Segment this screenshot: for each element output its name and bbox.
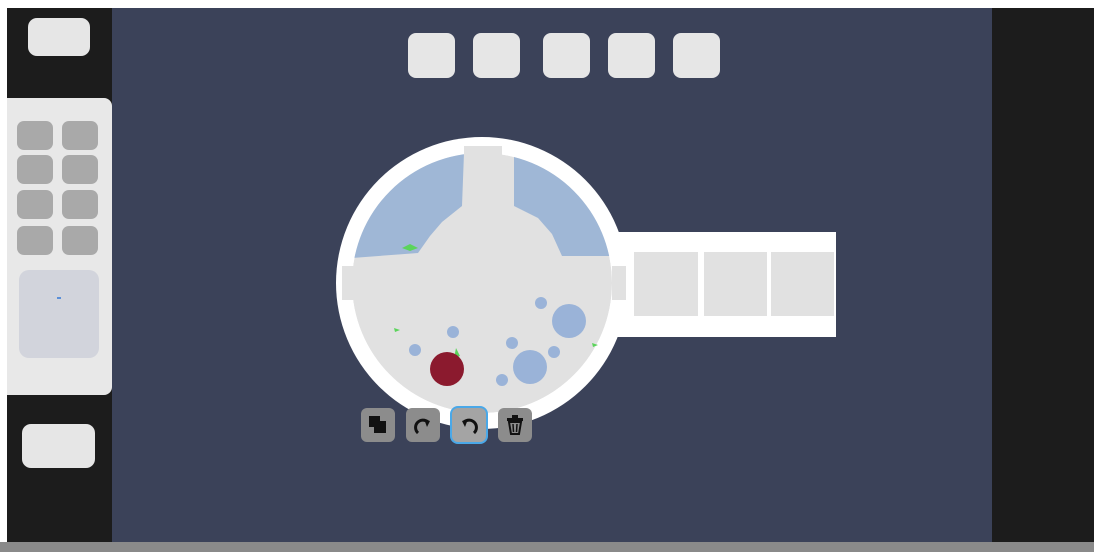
bottom-strip — [0, 542, 1094, 552]
corridor-cell-1[interactable] — [634, 252, 698, 316]
rotate-cw-icon — [414, 418, 430, 435]
palette-slot-1[interactable] — [17, 121, 53, 150]
preview-marker — [57, 297, 61, 299]
rotate-ccw-icon — [462, 418, 478, 435]
bubble[interactable] — [447, 326, 459, 338]
palette-slot-7[interactable] — [17, 226, 53, 255]
level-canvas[interactable] — [112, 8, 992, 542]
bubble[interactable] — [548, 346, 560, 358]
top-left-button[interactable] — [28, 18, 90, 56]
corridor-cell-3[interactable] — [771, 252, 834, 316]
delete-button[interactable] — [498, 408, 532, 442]
room-top-door[interactable] — [464, 146, 502, 164]
level-preview[interactable] — [19, 270, 99, 358]
palette-slot-4[interactable] — [62, 155, 98, 184]
bottom-left-button[interactable] — [22, 424, 95, 468]
player-character[interactable] — [430, 352, 464, 386]
bubble[interactable] — [409, 344, 421, 356]
level-scene — [336, 137, 836, 429]
palette-slot-3[interactable] — [17, 155, 53, 184]
duplicate-button[interactable] — [361, 408, 395, 442]
palette-slot-6[interactable] — [62, 190, 98, 219]
duplicate-icon — [369, 416, 386, 433]
palette-slot-2[interactable] — [62, 121, 98, 150]
rotate-cw-button[interactable] — [406, 408, 440, 442]
bubble[interactable] — [535, 297, 547, 309]
rotate-ccw-button[interactable] — [452, 408, 486, 442]
bubble[interactable] — [506, 337, 518, 349]
bubble[interactable] — [496, 374, 508, 386]
room-left-door[interactable] — [342, 266, 356, 300]
tile-palette-panel — [7, 98, 112, 395]
left-edge — [0, 0, 7, 552]
palette-slot-8[interactable] — [62, 226, 98, 255]
palette-slot-5[interactable] — [17, 190, 53, 219]
bubble[interactable] — [552, 304, 586, 338]
room-right-door[interactable] — [612, 266, 626, 300]
bubble[interactable] — [513, 350, 547, 384]
corridor-cell-2[interactable] — [704, 252, 767, 316]
trash-icon — [507, 415, 523, 435]
